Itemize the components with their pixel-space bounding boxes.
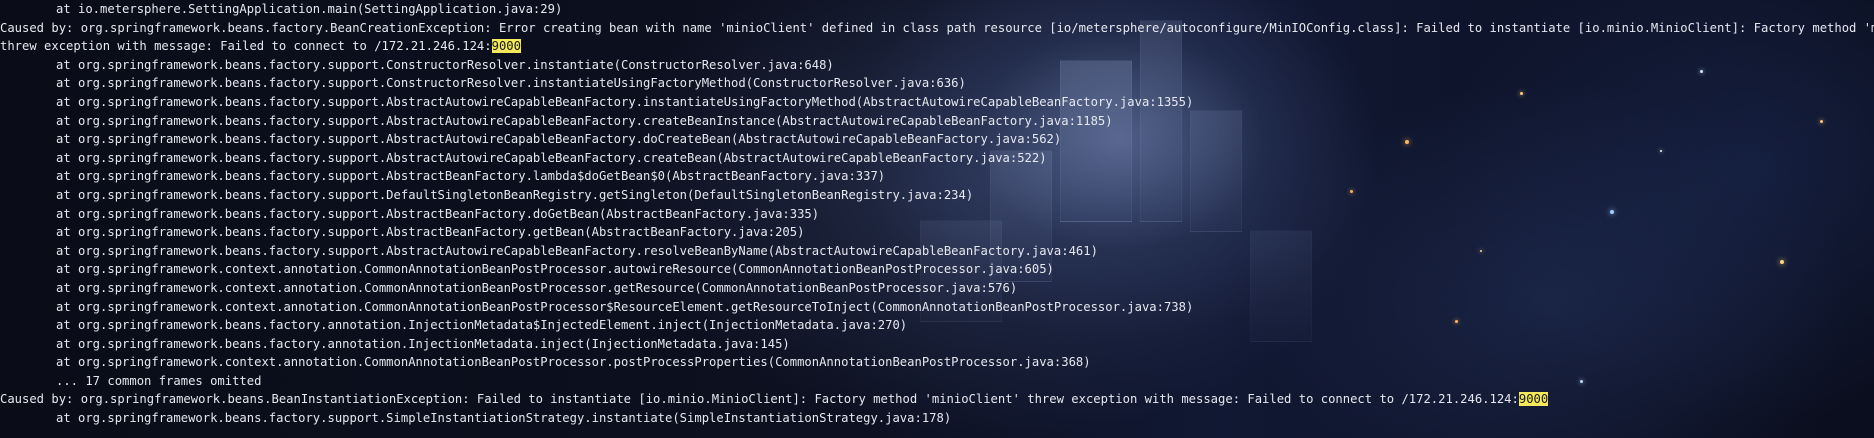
stack-frame-line: at org.springframework.beans.factory.ann…	[0, 335, 1874, 354]
stack-frame-line: at org.springframework.beans.factory.sup…	[0, 186, 1874, 205]
line-text: at org.springframework.beans.factory.sup…	[56, 76, 966, 91]
stack-frame-line: at org.springframework.beans.factory.sup…	[0, 205, 1874, 224]
line-text: at org.springframework.beans.factory.ann…	[56, 318, 908, 333]
line-text: at org.springframework.beans.factory.sup…	[56, 411, 952, 426]
line-text: at org.springframework.context.annotatio…	[56, 280, 1018, 295]
stack-frame-line: at org.springframework.context.annotatio…	[0, 353, 1874, 372]
line-text: at org.springframework.beans.factory.sup…	[56, 94, 1194, 109]
stack-frame-line: at org.springframework.beans.factory.sup…	[0, 149, 1874, 168]
stack-frame-line: at org.springframework.beans.factory.sup…	[0, 409, 1874, 428]
stack-frame-line: at org.springframework.context.annotatio…	[0, 298, 1874, 317]
stack-frame-line: at org.springframework.beans.factory.sup…	[0, 74, 1874, 93]
frames-omitted-line: ... 17 common frames omitted	[0, 372, 1874, 391]
line-text: at org.springframework.beans.factory.sup…	[56, 57, 834, 72]
line-text: at org.springframework.beans.factory.sup…	[56, 169, 886, 184]
terminal-window[interactable]: at io.metersphere.SettingApplication.mai…	[0, 0, 1874, 438]
line-text: at org.springframework.beans.factory.ann…	[56, 336, 790, 351]
log-line: threw exception with message: Failed to …	[0, 37, 1874, 56]
line-text: at org.springframework.beans.factory.sup…	[56, 225, 805, 240]
line-text: at org.springframework.context.annotatio…	[56, 262, 1054, 277]
line-text: at org.springframework.beans.factory.sup…	[56, 132, 1062, 147]
search-highlight: 9000	[1518, 392, 1549, 407]
line-text: at org.springframework.beans.factory.sup…	[56, 206, 820, 221]
stack-trace-output[interactable]: at io.metersphere.SettingApplication.mai…	[0, 0, 1874, 428]
line-text: at org.springframework.beans.factory.sup…	[56, 187, 974, 202]
line-text: at org.springframework.beans.factory.sup…	[56, 113, 1113, 128]
stack-frame-line: at org.springframework.beans.factory.sup…	[0, 167, 1874, 186]
stack-frame-line: at org.springframework.context.annotatio…	[0, 279, 1874, 298]
caused-by-line: Caused by: org.springframework.beans.fac…	[0, 19, 1874, 38]
stack-frame-line: at org.springframework.beans.factory.sup…	[0, 223, 1874, 242]
line-text: at org.springframework.context.annotatio…	[56, 355, 1091, 370]
search-highlight: 9000	[491, 39, 521, 54]
line-text: Caused by: org.springframework.beans.Bea…	[0, 392, 1519, 407]
line-text: threw exception with message: Failed to …	[0, 39, 492, 54]
stack-frame-line: at org.springframework.context.annotatio…	[0, 260, 1874, 279]
stack-frame-line: at org.springframework.beans.factory.sup…	[0, 93, 1874, 112]
line-text: Caused by: org.springframework.beans.fac…	[0, 20, 1874, 35]
stack-frame-line: at org.springframework.beans.factory.sup…	[0, 56, 1874, 75]
stack-frame-line: at org.springframework.beans.factory.ann…	[0, 316, 1874, 335]
line-text: at org.springframework.context.annotatio…	[56, 299, 1194, 314]
line-text: at org.springframework.beans.factory.sup…	[56, 243, 1098, 258]
stack-frame-line: at org.springframework.beans.factory.sup…	[0, 112, 1874, 131]
stack-frame-line: at org.springframework.beans.factory.sup…	[0, 130, 1874, 149]
caused-by-line: Caused by: org.springframework.beans.Bea…	[0, 390, 1874, 409]
line-text: ... 17 common frames omitted	[56, 373, 262, 388]
line-text: at io.metersphere.SettingApplication.mai…	[56, 2, 563, 16]
line-text: at org.springframework.beans.factory.sup…	[56, 150, 1047, 165]
stack-frame-line: at io.metersphere.SettingApplication.mai…	[0, 0, 1874, 19]
stack-frame-line: at org.springframework.beans.factory.sup…	[0, 242, 1874, 261]
